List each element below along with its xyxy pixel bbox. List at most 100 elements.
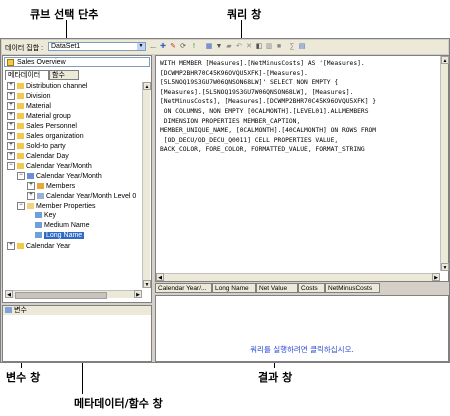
tree-item[interactable]: + Material group bbox=[7, 112, 71, 121]
expand-icon[interactable]: + bbox=[7, 102, 15, 110]
cube-selector-button[interactable]: Sales Overview bbox=[4, 57, 150, 67]
tree-item[interactable]: − Calendar Year/Month bbox=[7, 162, 92, 171]
folder-icon bbox=[27, 203, 34, 209]
dataset-value: DataSet1 bbox=[51, 43, 81, 50]
query-horizontal-scrollbar[interactable]: ◀ ▶ bbox=[156, 273, 440, 281]
design-mode-icon[interactable]: ▦ bbox=[205, 43, 213, 51]
scroll-thumb[interactable] bbox=[15, 292, 107, 299]
results-pane[interactable]: 쿼리를 실행하려면 클릭하십시오. bbox=[155, 295, 449, 362]
tree-item-label: Sales organization bbox=[26, 132, 84, 140]
filter-icon[interactable]: ▼ bbox=[215, 43, 223, 51]
level-icon bbox=[37, 193, 44, 199]
scroll-up-icon[interactable]: ▲ bbox=[143, 82, 151, 90]
expand-icon[interactable]: + bbox=[7, 152, 15, 160]
metadata-horizontal-scrollbar[interactable]: ◀ ▶ bbox=[5, 290, 142, 299]
tree-item[interactable]: + Calendar Day bbox=[7, 152, 69, 161]
auto-execute-icon[interactable]: ▥ bbox=[265, 43, 273, 51]
tab-functions-label: 함수 bbox=[52, 72, 65, 79]
undo-icon[interactable]: ↶ bbox=[235, 43, 243, 51]
column-header[interactable]: Net Value bbox=[256, 283, 298, 293]
tab-functions[interactable]: 함수 bbox=[49, 70, 79, 80]
show-aggregates-icon[interactable]: ∑ bbox=[288, 43, 296, 51]
cancel-query-icon[interactable]: ■ bbox=[275, 43, 283, 51]
tab-metadata-label: 메타데이터 bbox=[8, 72, 41, 79]
tree-item-label: Calendar Day bbox=[26, 152, 69, 160]
expand-icon[interactable]: + bbox=[27, 192, 35, 200]
hierarchy-icon bbox=[27, 173, 34, 179]
scroll-up-icon[interactable]: ▲ bbox=[441, 56, 449, 64]
cube-icon bbox=[7, 59, 14, 66]
tree-item[interactable]: − Calendar Year/Month bbox=[17, 172, 102, 181]
tree-item[interactable]: + Division bbox=[7, 92, 51, 101]
metadata-vertical-scrollbar[interactable]: ▲ ▼ bbox=[142, 82, 151, 288]
mdx-query-text[interactable]: WITH MEMBER [Measures].[NetMinusCosts] A… bbox=[160, 59, 376, 155]
query-vertical-scrollbar[interactable]: ▲ ▼ bbox=[440, 56, 449, 271]
tree-item[interactable]: Key bbox=[35, 212, 56, 220]
tree-item[interactable]: + Members bbox=[27, 182, 75, 191]
tree-item[interactable]: + Material bbox=[7, 102, 51, 111]
run-query-prompt[interactable]: 쿼리를 실행하려면 클릭하십시오. bbox=[156, 344, 448, 355]
delete-icon[interactable]: ✕ bbox=[245, 43, 253, 51]
expand-icon[interactable]: + bbox=[7, 92, 15, 100]
expand-icon[interactable]: + bbox=[7, 112, 15, 120]
tree-item[interactable]: + Distribution channel bbox=[7, 82, 87, 91]
new-dataset-icon[interactable]: ✚ bbox=[159, 43, 167, 51]
column-header[interactable]: NetMinusCosts bbox=[325, 283, 380, 293]
collapse-icon[interactable]: − bbox=[7, 162, 15, 170]
dimension-icon bbox=[17, 243, 24, 249]
tree-item-label: Material bbox=[26, 102, 51, 110]
scroll-right-icon[interactable]: ▶ bbox=[432, 273, 440, 281]
refresh-fields-icon[interactable]: ⟳ bbox=[179, 43, 187, 51]
chevron-down-icon[interactable]: ▼ bbox=[137, 43, 145, 50]
parameters-pane: 변수 bbox=[2, 305, 152, 362]
dimension-icon bbox=[17, 153, 24, 159]
scroll-down-icon[interactable]: ▼ bbox=[441, 263, 449, 271]
tree-item-label: Distribution channel bbox=[26, 82, 88, 90]
tree-item-selected[interactable]: Long Name bbox=[35, 232, 85, 240]
expand-icon[interactable]: + bbox=[7, 132, 15, 140]
tree-item[interactable]: + Calendar Year bbox=[7, 242, 70, 251]
toolbar: 데이터 집합 : DataSet1 ▼ ... ✚ ✎ ⟳ ! ▦ ▼ ▰ ↶ … bbox=[2, 40, 448, 54]
metadata-tabs: 메타데이터 함수 bbox=[5, 70, 149, 80]
column-header[interactable]: Long Name bbox=[212, 283, 256, 293]
collapse-icon[interactable]: − bbox=[17, 172, 25, 180]
show-empty-cells-icon[interactable]: ◧ bbox=[255, 43, 263, 51]
scroll-left-icon[interactable]: ◀ bbox=[156, 273, 164, 281]
expand-icon[interactable]: + bbox=[27, 182, 35, 190]
column-header[interactable]: Calendar Year/... bbox=[155, 283, 212, 293]
dataset-ellipsis-button[interactable]: ... bbox=[149, 43, 157, 51]
tree-item-label: Material group bbox=[26, 112, 71, 120]
expand-icon[interactable]: + bbox=[7, 82, 15, 90]
expand-icon[interactable]: + bbox=[7, 142, 15, 150]
dimension-icon bbox=[17, 93, 24, 99]
add-calculated-member-icon[interactable]: ▰ bbox=[225, 43, 233, 51]
prepare-query-icon[interactable]: ▤ bbox=[298, 43, 306, 51]
collapse-icon[interactable]: − bbox=[17, 202, 25, 210]
tree-item[interactable]: Medium Name bbox=[35, 222, 90, 230]
tree-item[interactable]: + Calendar Year/Month Level 0 bbox=[27, 192, 136, 201]
tree-item[interactable]: + Sales Personnel bbox=[7, 122, 77, 131]
scroll-right-icon[interactable]: ▶ bbox=[134, 290, 142, 298]
dataset-combo[interactable]: DataSet1 ▼ bbox=[48, 42, 146, 51]
tree-item[interactable]: + Sold-to party bbox=[7, 142, 66, 151]
scroll-down-icon[interactable]: ▼ bbox=[143, 280, 151, 288]
tab-metadata[interactable]: 메타데이터 bbox=[5, 70, 49, 80]
dimension-icon bbox=[17, 143, 24, 149]
tree-item-label: Division bbox=[26, 92, 51, 100]
expand-icon[interactable]: + bbox=[7, 122, 15, 130]
result-column-headers: Calendar Year/... Long Name Net Value Co… bbox=[155, 283, 449, 293]
expand-icon[interactable]: + bbox=[7, 242, 15, 250]
property-icon bbox=[35, 232, 42, 239]
tree-item[interactable]: − Member Properties bbox=[17, 202, 96, 211]
edit-dataset-icon[interactable]: ✎ bbox=[169, 43, 177, 51]
column-header-label: Long Name bbox=[215, 285, 249, 292]
callout-query-pane: 쿼리 창 bbox=[227, 8, 262, 21]
tree-item-label: Calendar Year/Month bbox=[26, 162, 92, 170]
tree-item[interactable]: + Sales organization bbox=[7, 132, 84, 141]
dimension-icon bbox=[17, 83, 24, 89]
query-pane[interactable]: WITH MEMBER [Measures].[NetMinusCosts] A… bbox=[155, 55, 449, 282]
tree-item-label: Member Properties bbox=[36, 202, 96, 210]
run-query-icon[interactable]: ! bbox=[190, 43, 198, 51]
scroll-left-icon[interactable]: ◀ bbox=[5, 290, 13, 298]
column-header[interactable]: Costs bbox=[298, 283, 325, 293]
